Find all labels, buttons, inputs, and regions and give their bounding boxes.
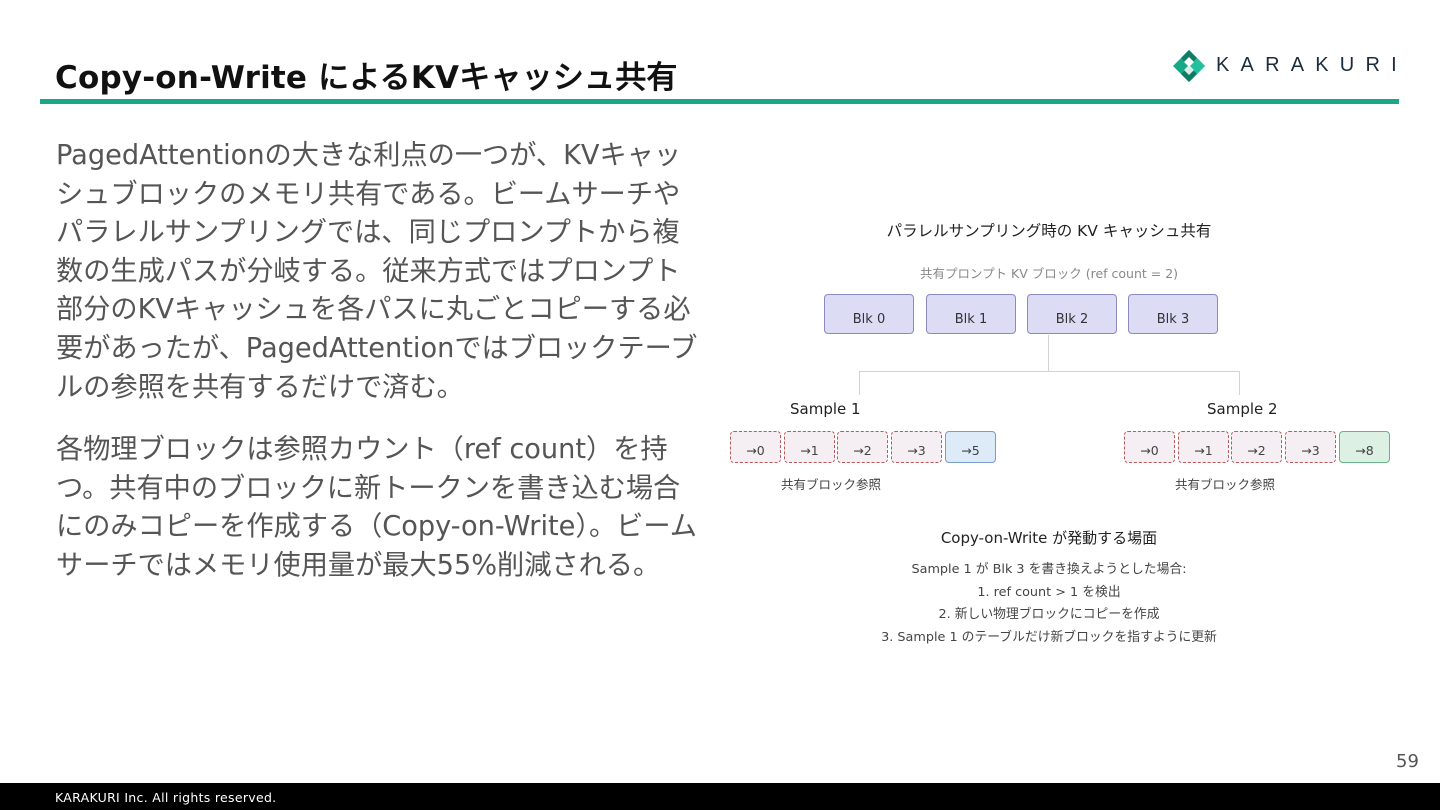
- karakuri-logo-icon: [1173, 50, 1205, 82]
- sample-2-entry-0: →0: [1124, 431, 1175, 463]
- cow-line-4: 3. Sample 1 のテーブルだけ新ブロックを指すように更新: [881, 630, 1217, 645]
- sample-2-label: Sample 2: [1207, 400, 1278, 418]
- cow-line-1: Sample 1 が Blk 3 を書き換えようとした場合:: [911, 562, 1187, 577]
- sample-1-entry-0: →0: [730, 431, 781, 463]
- slide-title: Copy-on-Write によるKVキャッシュ共有: [55, 60, 678, 96]
- sample-1-entry-1: →1: [784, 431, 835, 463]
- sample-2-entry-1: →1: [1178, 431, 1229, 463]
- logo-wordmark: KARAKURI: [1216, 54, 1408, 76]
- connector-branch: [859, 371, 1240, 372]
- footer-bar: KARAKURI Inc. All rights reserved.: [0, 783, 1440, 810]
- page-number: 59: [1396, 751, 1419, 772]
- sample-2-entry-4: →8: [1339, 431, 1390, 463]
- company-logo: KARAKURI: [1172, 48, 1397, 84]
- cow-title: Copy-on-Write が発動する場面: [940, 529, 1158, 547]
- body-paragraph-1: PagedAttentionの大きな利点の一つが、KVキャッシュブロックのメモリ…: [56, 140, 698, 403]
- sample-1-shared-note: 共有ブロック参照: [781, 477, 882, 492]
- body-paragraph-2: 各物理ブロックは参照カウント（ref count）を持つ。共有中のブロックに新ト…: [56, 434, 697, 581]
- diagram-title: パラレルサンプリング時の KV キャッシュ共有: [886, 222, 1212, 240]
- sample-2-entry-3: →3: [1285, 431, 1336, 463]
- cow-line-3: 2. 新しい物理ブロックにコピーを作成: [938, 607, 1160, 622]
- shared-block-3: Blk 3: [1128, 294, 1218, 334]
- sample-2-entry-2: →2: [1231, 431, 1282, 463]
- sample-1-entry-3: →3: [891, 431, 942, 463]
- connector-to-sample-2: [1239, 371, 1240, 395]
- sample-1-entry-2: →2: [837, 431, 888, 463]
- connector-to-sample-1: [859, 371, 860, 395]
- diagram-subtitle: 共有プロンプト KV ブロック (ref count = 2): [919, 266, 1179, 281]
- connector-trunk: [1048, 335, 1049, 371]
- copyright-text: KARAKURI Inc. All rights reserved.: [55, 790, 277, 805]
- sample-1-entry-4: →5: [945, 431, 996, 463]
- kv-cache-sharing-diagram: パラレルサンプリング時の KV キャッシュ共有 共有プロンプト KV ブロック …: [700, 200, 1440, 660]
- shared-block-2: Blk 2: [1027, 294, 1117, 334]
- sample-1-label: Sample 1: [790, 400, 861, 418]
- shared-block-0: Blk 0: [824, 294, 914, 334]
- cow-line-2: 1. ref count > 1 を検出: [977, 585, 1121, 600]
- title-underline: [40, 99, 1399, 104]
- shared-block-1: Blk 1: [926, 294, 1016, 334]
- sample-2-shared-note: 共有ブロック参照: [1175, 477, 1276, 492]
